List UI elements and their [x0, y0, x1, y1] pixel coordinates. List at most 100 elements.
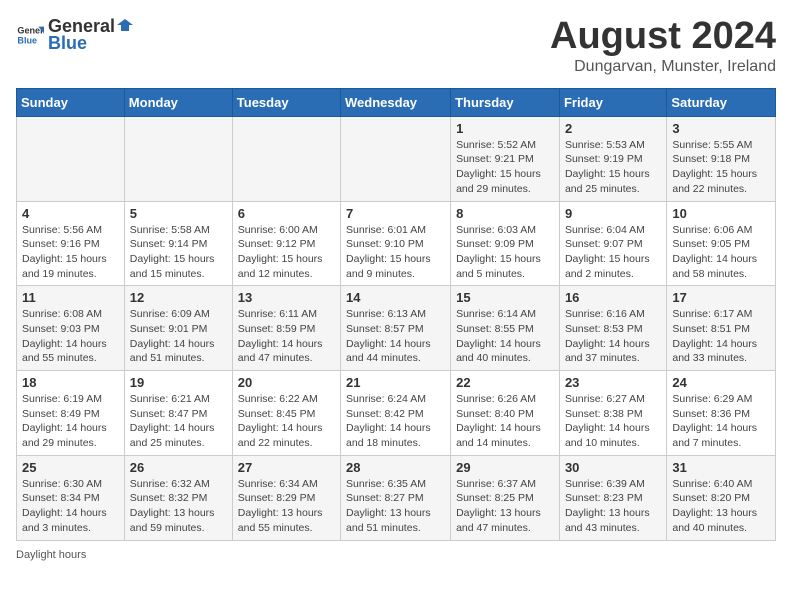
title-block: August 2024 Dungarvan, Munster, Ireland: [550, 16, 776, 76]
day-info: Sunrise: 6:16 AMSunset: 8:53 PMDaylight:…: [565, 307, 661, 366]
footer: Daylight hours: [16, 549, 776, 561]
calendar-table: SundayMondayTuesdayWednesdayThursdayFrid…: [16, 88, 776, 541]
calendar-cell: 29 Sunrise: 6:37 AMSunset: 8:25 PMDaylig…: [451, 455, 560, 540]
day-info: Sunrise: 6:14 AMSunset: 8:55 PMDaylight:…: [456, 307, 554, 366]
calendar-day-header: Saturday: [667, 88, 776, 116]
day-info: Sunrise: 6:09 AMSunset: 9:01 PMDaylight:…: [130, 307, 227, 366]
day-number: 14: [346, 290, 445, 305]
day-info: Sunrise: 5:52 AMSunset: 9:21 PMDaylight:…: [456, 138, 554, 197]
calendar-day-header: Wednesday: [341, 88, 451, 116]
calendar-cell: 7 Sunrise: 6:01 AMSunset: 9:10 PMDayligh…: [341, 201, 451, 286]
day-number: 6: [238, 206, 335, 221]
calendar-cell: 28 Sunrise: 6:35 AMSunset: 8:27 PMDaylig…: [341, 455, 451, 540]
calendar-cell: 30 Sunrise: 6:39 AMSunset: 8:23 PMDaylig…: [559, 455, 666, 540]
logo-icon: General Blue: [16, 21, 44, 49]
calendar-day-header: Monday: [124, 88, 232, 116]
day-info: Sunrise: 6:01 AMSunset: 9:10 PMDaylight:…: [346, 223, 445, 282]
calendar-week-row: 4 Sunrise: 5:56 AMSunset: 9:16 PMDayligh…: [17, 201, 776, 286]
day-number: 13: [238, 290, 335, 305]
day-number: 25: [22, 460, 119, 475]
day-info: Sunrise: 6:11 AMSunset: 8:59 PMDaylight:…: [238, 307, 335, 366]
location-subtitle: Dungarvan, Munster, Ireland: [550, 58, 776, 76]
day-number: 26: [130, 460, 227, 475]
calendar-cell: 12 Sunrise: 6:09 AMSunset: 9:01 PMDaylig…: [124, 286, 232, 371]
calendar-cell: 19 Sunrise: 6:21 AMSunset: 8:47 PMDaylig…: [124, 371, 232, 456]
day-info: Sunrise: 6:30 AMSunset: 8:34 PMDaylight:…: [22, 477, 119, 536]
day-number: 8: [456, 206, 554, 221]
calendar-cell: [17, 116, 125, 201]
day-info: Sunrise: 6:06 AMSunset: 9:05 PMDaylight:…: [672, 223, 770, 282]
day-info: Sunrise: 6:19 AMSunset: 8:49 PMDaylight:…: [22, 392, 119, 451]
day-number: 22: [456, 375, 554, 390]
day-number: 27: [238, 460, 335, 475]
calendar-cell: 26 Sunrise: 6:32 AMSunset: 8:32 PMDaylig…: [124, 455, 232, 540]
day-number: 20: [238, 375, 335, 390]
day-info: Sunrise: 6:39 AMSunset: 8:23 PMDaylight:…: [565, 477, 661, 536]
svg-text:Blue: Blue: [17, 35, 37, 45]
calendar-cell: 8 Sunrise: 6:03 AMSunset: 9:09 PMDayligh…: [451, 201, 560, 286]
calendar-cell: 31 Sunrise: 6:40 AMSunset: 8:20 PMDaylig…: [667, 455, 776, 540]
calendar-cell: 9 Sunrise: 6:04 AMSunset: 9:07 PMDayligh…: [559, 201, 666, 286]
calendar-day-header: Sunday: [17, 88, 125, 116]
day-info: Sunrise: 6:21 AMSunset: 8:47 PMDaylight:…: [130, 392, 227, 451]
day-info: Sunrise: 6:34 AMSunset: 8:29 PMDaylight:…: [238, 477, 335, 536]
day-info: Sunrise: 6:37 AMSunset: 8:25 PMDaylight:…: [456, 477, 554, 536]
day-number: 12: [130, 290, 227, 305]
day-info: Sunrise: 6:35 AMSunset: 8:27 PMDaylight:…: [346, 477, 445, 536]
day-number: 7: [346, 206, 445, 221]
calendar-cell: 18 Sunrise: 6:19 AMSunset: 8:49 PMDaylig…: [17, 371, 125, 456]
calendar-cell: 25 Sunrise: 6:30 AMSunset: 8:34 PMDaylig…: [17, 455, 125, 540]
day-info: Sunrise: 6:13 AMSunset: 8:57 PMDaylight:…: [346, 307, 445, 366]
day-info: Sunrise: 6:08 AMSunset: 9:03 PMDaylight:…: [22, 307, 119, 366]
calendar-cell: 3 Sunrise: 5:55 AMSunset: 9:18 PMDayligh…: [667, 116, 776, 201]
day-info: Sunrise: 5:53 AMSunset: 9:19 PMDaylight:…: [565, 138, 661, 197]
day-info: Sunrise: 5:55 AMSunset: 9:18 PMDaylight:…: [672, 138, 770, 197]
calendar-cell: 4 Sunrise: 5:56 AMSunset: 9:16 PMDayligh…: [17, 201, 125, 286]
day-number: 28: [346, 460, 445, 475]
calendar-day-header: Tuesday: [232, 88, 340, 116]
calendar-day-header: Friday: [559, 88, 666, 116]
calendar-week-row: 25 Sunrise: 6:30 AMSunset: 8:34 PMDaylig…: [17, 455, 776, 540]
calendar-cell: [341, 116, 451, 201]
day-number: 15: [456, 290, 554, 305]
day-number: 29: [456, 460, 554, 475]
calendar-cell: 15 Sunrise: 6:14 AMSunset: 8:55 PMDaylig…: [451, 286, 560, 371]
day-info: Sunrise: 6:26 AMSunset: 8:40 PMDaylight:…: [456, 392, 554, 451]
calendar-cell: 2 Sunrise: 5:53 AMSunset: 9:19 PMDayligh…: [559, 116, 666, 201]
calendar-cell: [124, 116, 232, 201]
calendar-cell: 5 Sunrise: 5:58 AMSunset: 9:14 PMDayligh…: [124, 201, 232, 286]
calendar-cell: 24 Sunrise: 6:29 AMSunset: 8:36 PMDaylig…: [667, 371, 776, 456]
calendar-cell: 13 Sunrise: 6:11 AMSunset: 8:59 PMDaylig…: [232, 286, 340, 371]
day-number: 4: [22, 206, 119, 221]
day-info: Sunrise: 6:32 AMSunset: 8:32 PMDaylight:…: [130, 477, 227, 536]
day-info: Sunrise: 6:40 AMSunset: 8:20 PMDaylight:…: [672, 477, 770, 536]
calendar-cell: 14 Sunrise: 6:13 AMSunset: 8:57 PMDaylig…: [341, 286, 451, 371]
day-info: Sunrise: 6:17 AMSunset: 8:51 PMDaylight:…: [672, 307, 770, 366]
page-header: General Blue General Blue August 2024 Du…: [16, 16, 776, 76]
calendar-cell: 23 Sunrise: 6:27 AMSunset: 8:38 PMDaylig…: [559, 371, 666, 456]
calendar-cell: 22 Sunrise: 6:26 AMSunset: 8:40 PMDaylig…: [451, 371, 560, 456]
calendar-cell: 10 Sunrise: 6:06 AMSunset: 9:05 PMDaylig…: [667, 201, 776, 286]
day-number: 1: [456, 121, 554, 136]
day-info: Sunrise: 6:24 AMSunset: 8:42 PMDaylight:…: [346, 392, 445, 451]
calendar-cell: 11 Sunrise: 6:08 AMSunset: 9:03 PMDaylig…: [17, 286, 125, 371]
calendar-cell: 1 Sunrise: 5:52 AMSunset: 9:21 PMDayligh…: [451, 116, 560, 201]
calendar-cell: 21 Sunrise: 6:24 AMSunset: 8:42 PMDaylig…: [341, 371, 451, 456]
calendar-cell: 6 Sunrise: 6:00 AMSunset: 9:12 PMDayligh…: [232, 201, 340, 286]
day-number: 17: [672, 290, 770, 305]
day-number: 11: [22, 290, 119, 305]
calendar-week-row: 18 Sunrise: 6:19 AMSunset: 8:49 PMDaylig…: [17, 371, 776, 456]
calendar-week-row: 1 Sunrise: 5:52 AMSunset: 9:21 PMDayligh…: [17, 116, 776, 201]
calendar-cell: 17 Sunrise: 6:17 AMSunset: 8:51 PMDaylig…: [667, 286, 776, 371]
day-number: 23: [565, 375, 661, 390]
logo-bird-icon: [115, 17, 135, 37]
day-info: Sunrise: 6:00 AMSunset: 9:12 PMDaylight:…: [238, 223, 335, 282]
day-info: Sunrise: 5:58 AMSunset: 9:14 PMDaylight:…: [130, 223, 227, 282]
day-number: 30: [565, 460, 661, 475]
calendar-cell: 27 Sunrise: 6:34 AMSunset: 8:29 PMDaylig…: [232, 455, 340, 540]
day-number: 9: [565, 206, 661, 221]
day-number: 19: [130, 375, 227, 390]
day-number: 16: [565, 290, 661, 305]
calendar-cell: [232, 116, 340, 201]
logo: General Blue General Blue: [16, 16, 135, 54]
